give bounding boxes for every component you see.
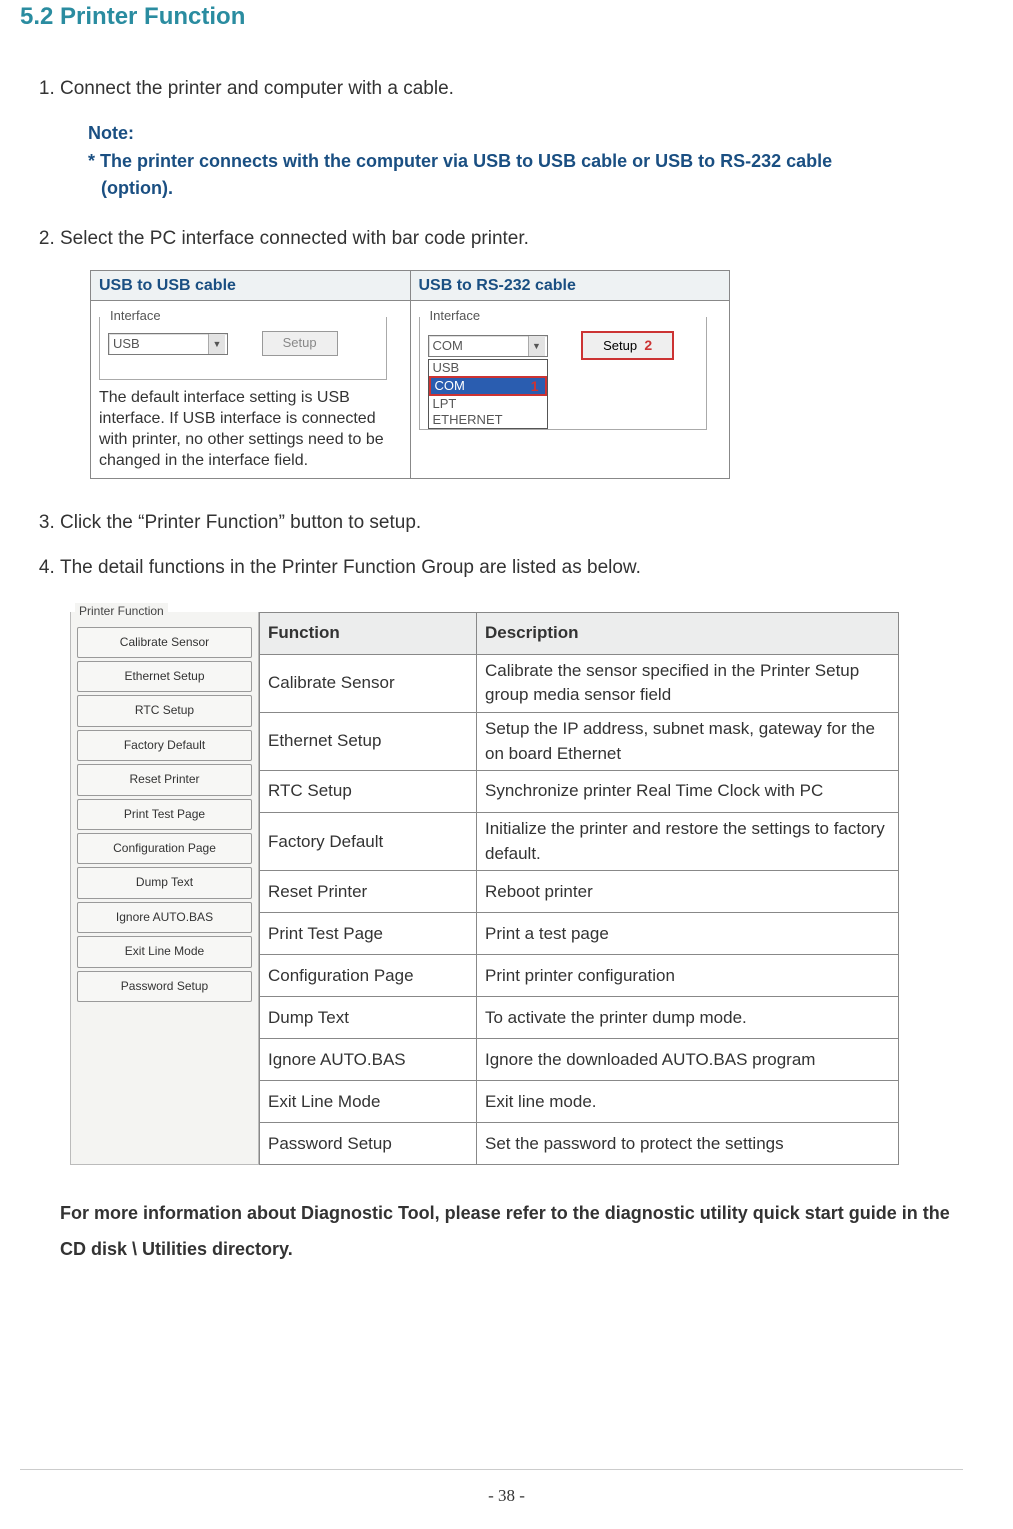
btn-ignore-autobas[interactable]: Ignore AUTO.BAS (77, 902, 252, 933)
step-3-text: Click the “Printer Function” button to s… (60, 512, 421, 533)
function-description-table: Function Description Calibrate SensorCal… (259, 612, 899, 1166)
func-desc: To activate the printer dump mode. (477, 997, 899, 1039)
func-desc: Print printer configuration (477, 955, 899, 997)
func-name: Ignore AUTO.BAS (260, 1039, 477, 1081)
btn-print-test-page[interactable]: Print Test Page (77, 799, 252, 830)
interface-groupbox-com: Interface COM Setup 2 USB COM 1 (419, 317, 707, 430)
btn-ethernet-setup[interactable]: Ethernet Setup (77, 661, 252, 692)
interface-comparison-table: USB to USB cable USB to RS-232 cable Int… (90, 270, 730, 478)
callout-2: 2 (644, 337, 652, 353)
table-row: RTC SetupSynchronize printer Real Time C… (260, 771, 899, 813)
btn-exit-line-mode[interactable]: Exit Line Mode (77, 936, 252, 967)
func-name: Exit Line Mode (260, 1081, 477, 1123)
func-desc: Setup the IP address, subnet mask, gatew… (477, 712, 899, 770)
table-row: Password SetupSet the password to protec… (260, 1123, 899, 1165)
note-block: Note: * The printer connects with the co… (88, 120, 963, 200)
func-name: Factory Default (260, 813, 477, 871)
iface-col1-cell: Interface USB Setup The default interfac… (91, 301, 411, 478)
note-line-2: (option). (88, 175, 963, 201)
step-2-text: Select the PC interface connected with b… (60, 228, 529, 249)
table-row: Ethernet SetupSetup the IP address, subn… (260, 712, 899, 770)
func-desc: Reboot printer (477, 871, 899, 913)
combo-option-com[interactable]: COM 1 (429, 376, 547, 396)
table-row: Exit Line ModeExit line mode. (260, 1081, 899, 1123)
func-desc: Synchronize printer Real Time Clock with… (477, 771, 899, 813)
combo-option-usb[interactable]: USB (429, 360, 547, 376)
setup-button-active[interactable]: Setup 2 (581, 331, 674, 360)
btn-calibrate-sensor[interactable]: Calibrate Sensor (77, 627, 252, 658)
btn-configuration-page[interactable]: Configuration Page (77, 833, 252, 864)
func-name: Reset Printer (260, 871, 477, 913)
func-name: Dump Text (260, 997, 477, 1039)
table-row: Calibrate SensorCalibrate the sensor spe… (260, 654, 899, 712)
func-header-function: Function (260, 612, 477, 654)
iface-col1-header: USB to USB cable (91, 271, 411, 301)
func-name: Configuration Page (260, 955, 477, 997)
callout-1: 1 (531, 378, 539, 394)
btn-rtc-setup[interactable]: RTC Setup (77, 695, 252, 726)
btn-reset-printer[interactable]: Reset Printer (77, 764, 252, 795)
step-3: Click the “Printer Function” button to s… (60, 509, 963, 537)
func-name: Password Setup (260, 1123, 477, 1165)
setup-button-label: Setup (603, 338, 637, 353)
step-list: Connect the printer and computer with a … (60, 75, 963, 582)
btn-factory-default[interactable]: Factory Default (77, 730, 252, 761)
func-desc: Calibrate the sensor specified in the Pr… (477, 654, 899, 712)
step-1: Connect the printer and computer with a … (60, 75, 963, 201)
footer-note: For more information about Diagnostic To… (60, 1195, 963, 1267)
func-header-description: Description (477, 612, 899, 654)
printer-function-panel: Printer Function Calibrate Sensor Ethern… (70, 612, 259, 1166)
func-desc: Set the password to protect the settings (477, 1123, 899, 1165)
func-desc: Print a test page (477, 913, 899, 955)
section-heading: 5.2 Printer Function (20, 0, 963, 35)
iface-col2-cell: Interface COM Setup 2 USB COM 1 (410, 301, 730, 478)
iface-col2-header: USB to RS-232 cable (410, 271, 730, 301)
setup-button-disabled: Setup (262, 331, 338, 356)
func-desc: Exit line mode. (477, 1081, 899, 1123)
step-1-text: Connect the printer and computer with a … (60, 78, 454, 99)
btn-password-setup[interactable]: Password Setup (77, 971, 252, 1002)
func-desc: Initialize the printer and restore the s… (477, 813, 899, 871)
note-line-1: * The printer connects with the computer… (88, 148, 963, 174)
page-number: 38 (0, 1484, 1013, 1509)
usb-default-note: The default interface setting is USB int… (99, 388, 402, 471)
table-row: Factory DefaultInitialize the printer an… (260, 813, 899, 871)
table-row: Ignore AUTO.BASIgnore the downloaded AUT… (260, 1039, 899, 1081)
step-2: Select the PC interface connected with b… (60, 225, 963, 479)
combo-option-com-label: COM (435, 378, 465, 393)
page-rule (20, 1469, 963, 1470)
func-name: Calibrate Sensor (260, 654, 477, 712)
interface-combo-usb[interactable]: USB (108, 333, 228, 355)
interface-groupbox-usb: Interface USB Setup (99, 317, 387, 380)
func-name: RTC Setup (260, 771, 477, 813)
interface-group-label: Interface (106, 307, 165, 326)
table-row: Reset PrinterReboot printer (260, 871, 899, 913)
interface-group-label: Interface (426, 307, 485, 326)
combo-option-lpt[interactable]: LPT (429, 396, 547, 412)
interface-combo-options[interactable]: USB COM 1 LPT ETHERNET (428, 359, 548, 429)
func-name: Ethernet Setup (260, 712, 477, 770)
table-row: Configuration PagePrint printer configur… (260, 955, 899, 997)
combo-option-ethernet[interactable]: ETHERNET (429, 412, 547, 428)
step-4-text: The detail functions in the Printer Func… (60, 557, 641, 578)
interface-combo-com[interactable]: COM (428, 335, 548, 357)
btn-dump-text[interactable]: Dump Text (77, 867, 252, 898)
table-row: Print Test PagePrint a test page (260, 913, 899, 955)
note-label: Note: (88, 120, 963, 146)
panel-legend: Printer Function (75, 603, 168, 620)
table-row: Dump TextTo activate the printer dump mo… (260, 997, 899, 1039)
step-4: The detail functions in the Printer Func… (60, 554, 963, 582)
func-desc: Ignore the downloaded AUTO.BAS program (477, 1039, 899, 1081)
func-name: Print Test Page (260, 913, 477, 955)
